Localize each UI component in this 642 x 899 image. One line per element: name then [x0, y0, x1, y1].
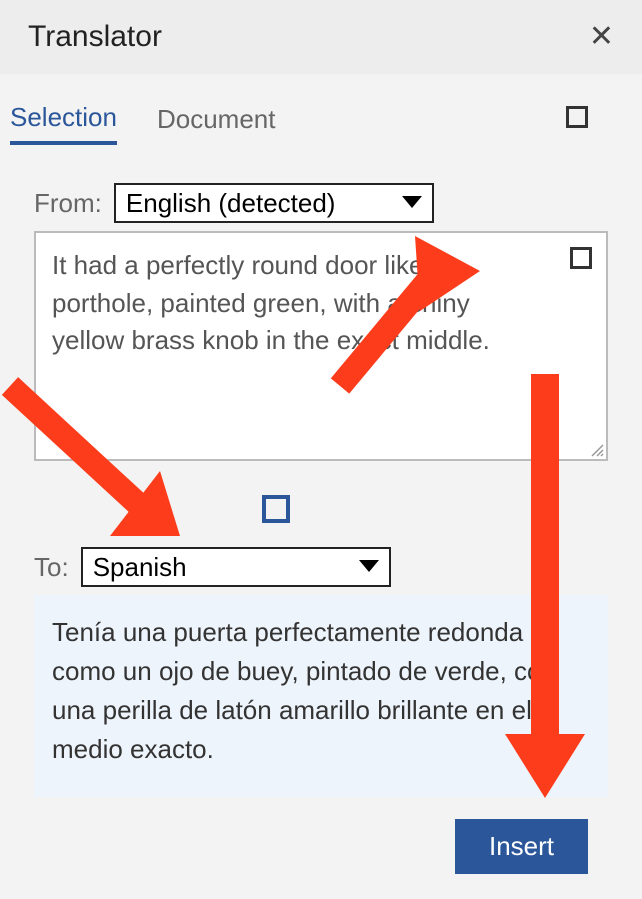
swap-area: [6, 481, 636, 541]
to-language-select[interactable]: Spanish: [81, 547, 391, 587]
marker-swap: [262, 495, 290, 523]
chevron-down-icon: [402, 196, 422, 210]
marker-top-right: [566, 106, 588, 128]
source-text: It had a perfectly round door like a por…: [52, 247, 532, 360]
button-row: Insert: [6, 797, 636, 874]
marker-source: [570, 247, 592, 269]
to-row: To: Spanish: [6, 547, 636, 587]
resize-handle-icon[interactable]: [590, 443, 604, 457]
to-language-value: Spanish: [93, 552, 187, 583]
chevron-down-icon: [359, 560, 379, 574]
content-area: Selection Document From: English (detect…: [0, 74, 642, 874]
from-label: From:: [34, 188, 102, 219]
insert-button[interactable]: Insert: [455, 819, 588, 874]
tab-document[interactable]: Document: [157, 104, 276, 143]
from-row: From: English (detected): [6, 183, 636, 223]
panel-title: Translator: [28, 20, 162, 54]
target-text-box: Tenía una puerta perfectamente redonda c…: [34, 595, 608, 797]
source-text-box[interactable]: It had a perfectly round door like a por…: [34, 231, 608, 461]
tab-bar: Selection Document: [6, 94, 636, 145]
header-bar: Translator ✕: [0, 0, 642, 74]
close-icon[interactable]: ✕: [589, 22, 614, 52]
tab-selection[interactable]: Selection: [10, 102, 117, 145]
to-label: To:: [34, 552, 69, 583]
target-text: Tenía una puerta perfectamente redonda c…: [52, 613, 590, 769]
from-language-select[interactable]: English (detected): [114, 183, 434, 223]
from-language-value: English (detected): [126, 188, 336, 219]
